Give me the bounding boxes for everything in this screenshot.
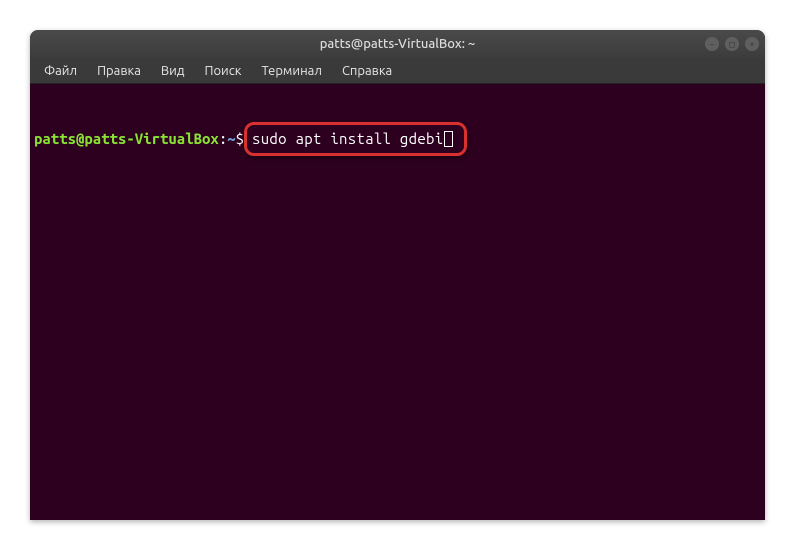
menu-search[interactable]: Поиск bbox=[196, 62, 249, 80]
menubar: Файл Правка Вид Поиск Терминал Справка bbox=[30, 58, 765, 84]
prompt-line: patts@patts-VirtualBox:~$ sudo apt insta… bbox=[34, 129, 761, 149]
cursor-icon bbox=[444, 131, 453, 147]
close-button[interactable]: × bbox=[745, 37, 759, 51]
menu-file[interactable]: Файл bbox=[36, 62, 85, 80]
window-controls: – □ × bbox=[705, 37, 759, 51]
close-icon: × bbox=[749, 39, 754, 49]
command-text: sudo apt install gdebi bbox=[252, 129, 443, 149]
menu-help[interactable]: Справка bbox=[334, 62, 400, 80]
command-highlight: sudo apt install gdebi bbox=[252, 129, 453, 149]
maximize-icon: □ bbox=[729, 39, 734, 50]
terminal-body[interactable]: patts@patts-VirtualBox:~$ sudo apt insta… bbox=[30, 84, 765, 194]
prompt-separator: : bbox=[219, 129, 227, 149]
prompt-symbol: $ bbox=[236, 129, 244, 149]
minimize-button[interactable]: – bbox=[705, 37, 719, 51]
terminal-window: patts@patts-VirtualBox: ~ – □ × Файл Пра… bbox=[30, 30, 765, 520]
maximize-button[interactable]: □ bbox=[725, 37, 739, 51]
minimize-icon: – bbox=[709, 39, 714, 49]
titlebar[interactable]: patts@patts-VirtualBox: ~ – □ × bbox=[30, 30, 765, 58]
prompt-path: ~ bbox=[227, 129, 235, 149]
menu-terminal[interactable]: Терминал bbox=[253, 62, 329, 80]
menu-edit[interactable]: Правка bbox=[89, 62, 149, 80]
window-title: patts@patts-VirtualBox: ~ bbox=[320, 37, 476, 51]
prompt-userhost: patts@patts-VirtualBox bbox=[34, 129, 219, 149]
menu-view[interactable]: Вид bbox=[153, 62, 193, 80]
